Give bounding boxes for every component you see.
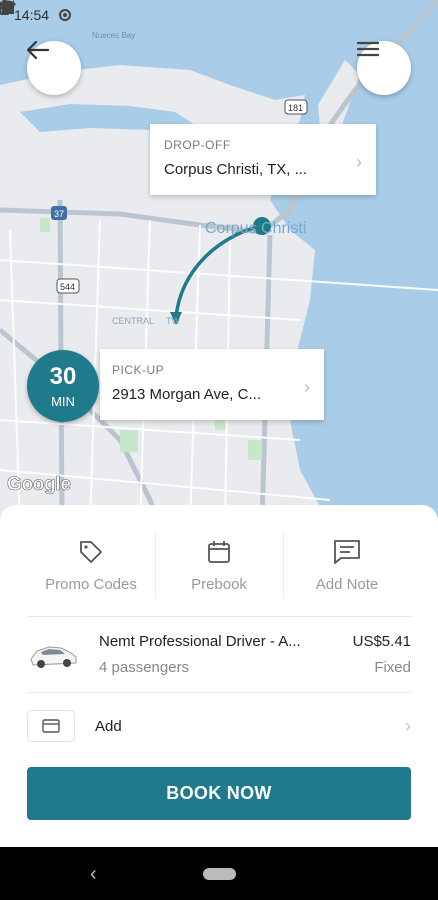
credit-card-icon <box>27 710 75 742</box>
svg-text:181: 181 <box>288 103 303 113</box>
promo-codes-label: Promo Codes <box>45 576 137 593</box>
dropoff-card[interactable]: DROP-OFF Corpus Christi, TX, ... › <box>150 124 376 195</box>
calendar-icon <box>208 541 230 563</box>
map-view[interactable]: Nueces Bay Corpus Christi CENTRAL TW 37 … <box>0 0 438 525</box>
vehicle-passengers: 4 passengers <box>99 659 190 676</box>
arrow-left-icon <box>27 41 49 59</box>
chevron-right-icon: › <box>304 377 310 397</box>
google-logo: Google <box>7 474 72 496</box>
payment-method-row[interactable]: Add › <box>27 693 411 759</box>
pickup-label: PICK-UP <box>112 363 165 377</box>
note-icon <box>334 540 360 564</box>
add-note-label: Add Note <box>315 576 379 593</box>
map-label-district: CENTRAL <box>112 316 154 326</box>
vehicle-price: US$5.41 <box>352 633 411 650</box>
status-bar: 14:54 <box>0 0 438 30</box>
vehicle-name: Nemt Professional Driver - A... <box>99 633 301 650</box>
system-nav-bar: ‹ <box>0 847 438 900</box>
car-icon <box>30 645 77 668</box>
map-label-city: Corpus Christi <box>205 220 306 237</box>
tag-icon <box>80 541 102 563</box>
add-payment-label: Add <box>95 717 122 735</box>
hamburger-menu-icon <box>357 41 379 57</box>
promo-codes-button[interactable]: Promo Codes <box>27 505 155 616</box>
chevron-right-icon: › <box>405 715 411 736</box>
vehicle-option[interactable]: Nemt Professional Driver - A... 4 passen… <box>27 617 411 693</box>
add-note-button[interactable]: Add Note <box>283 505 411 616</box>
book-now-button[interactable]: BOOK NOW <box>27 767 411 820</box>
dropoff-label: DROP-OFF <box>164 138 231 152</box>
svg-text:37: 37 <box>54 209 64 219</box>
eta-unit: MIN <box>51 394 75 409</box>
eta-badge: 30 MIN <box>27 350 99 422</box>
highway-37-icon: 37 <box>51 206 67 220</box>
price-type: Fixed <box>374 659 411 676</box>
highway-544-icon: 544 <box>56 278 80 294</box>
eta-value: 30 <box>49 363 77 390</box>
nav-home-icon[interactable] <box>203 868 236 880</box>
dropoff-address: Corpus Christi, TX, ... <box>164 161 308 178</box>
location-status-icon <box>59 9 72 21</box>
menu-button[interactable] <box>357 41 411 95</box>
map-label-district2: TW <box>166 316 180 326</box>
booking-sheet: Promo Codes Prebook Add Note Nemt Profes… <box>0 505 438 847</box>
svg-text:544: 544 <box>60 282 75 292</box>
status-time: 14:54 <box>14 7 50 23</box>
highway-181-icon: 181 <box>284 99 308 115</box>
prebook-label: Prebook <box>191 576 247 593</box>
pickup-card[interactable]: PICK-UP 2913 Morgan Ave, C... › <box>100 349 324 420</box>
chevron-right-icon: › <box>356 152 362 172</box>
pickup-address: 2913 Morgan Ave, C... <box>112 386 261 403</box>
prebook-button[interactable]: Prebook <box>155 505 283 616</box>
actions-row: Promo Codes Prebook Add Note <box>27 505 411 617</box>
map-label-bay: Nueces Bay <box>92 31 135 40</box>
back-button[interactable] <box>27 41 81 95</box>
nav-back-icon[interactable]: ‹ <box>90 863 97 886</box>
